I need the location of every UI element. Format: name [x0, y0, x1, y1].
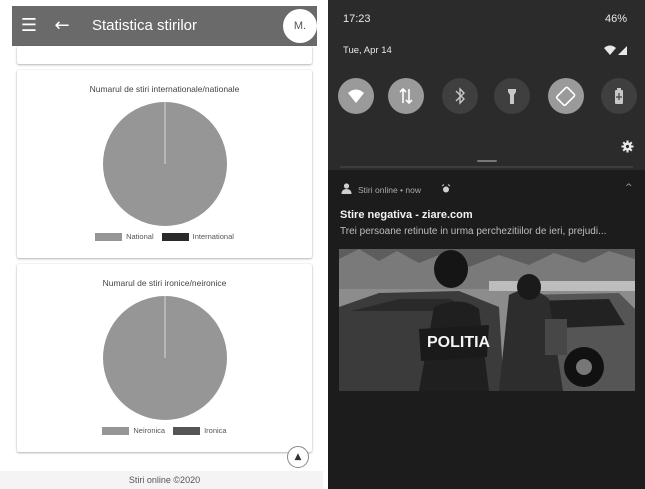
app-bar: ☰ ← Statistica stirilor M. [12, 6, 317, 46]
legend-swatch [173, 426, 201, 435]
gear-icon[interactable] [621, 140, 634, 153]
signal-icons [604, 45, 627, 55]
footer: Stiri online ©2020 [0, 471, 323, 489]
qs-battery-saver-toggle[interactable] [601, 78, 637, 114]
qs-mobile-data-toggle[interactable] [388, 78, 424, 114]
chart-title: Numarul de stiri internationale/national… [89, 84, 240, 94]
legend-swatch [102, 426, 130, 435]
quick-settings-panel: 17:23 46% Tue, Apr 14 [328, 0, 645, 170]
qs-bluetooth-toggle[interactable] [442, 78, 478, 114]
legend-item-neironica[interactable]: Neironica [102, 426, 165, 435]
notification-card[interactable]: Stiri online • now ^ Stire negativa - zi… [328, 172, 645, 392]
chart-title: Numarul de stiri ironice/neironice [102, 278, 227, 288]
chart-legend: Neironica Ironica [17, 426, 312, 435]
scroll-to-top-button[interactable]: ▲ [287, 446, 309, 468]
chevron-up-icon[interactable]: ^ [625, 183, 633, 193]
date-text[interactable]: Tue, Apr 14 [343, 45, 392, 56]
notification-title: Stire negativa - ziare.com [340, 209, 473, 221]
cell-signal-icon [618, 46, 627, 55]
wifi-status-icon [604, 45, 616, 55]
card-partial [17, 46, 312, 64]
wifi-icon [348, 89, 364, 103]
back-arrow-icon[interactable]: ← [52, 16, 72, 36]
qs-auto-rotate-toggle[interactable] [548, 78, 584, 114]
legend-label: National [126, 232, 154, 241]
status-battery: 46% [604, 13, 627, 25]
chart-card-international-national: Numarul de stiri internationale/national… [17, 70, 312, 258]
legend-label: Ironica [204, 426, 227, 435]
legend-item-national[interactable]: National [95, 232, 154, 241]
bluetooth-icon [455, 87, 465, 105]
app-screen: ☰ ← Statistica stirilor M. Numarul de st… [0, 0, 323, 489]
legend-swatch [161, 232, 189, 241]
status-time: 17:23 [343, 13, 371, 25]
chart-legend: National International [17, 232, 312, 241]
flashlight-icon [508, 89, 516, 104]
shade-divider [340, 166, 633, 168]
shade-drag-handle[interactable] [477, 160, 497, 162]
legend-label: Neironica [133, 426, 166, 435]
qs-flashlight-toggle[interactable] [494, 78, 530, 114]
qs-wifi-toggle[interactable] [338, 78, 374, 114]
data-arrows-icon [399, 87, 413, 105]
chevron-up-icon: ▲ [294, 452, 302, 462]
legend-item-ironica[interactable]: Ironica [173, 426, 227, 435]
battery-icon [615, 88, 623, 104]
notification-header: Stiri online • now [358, 185, 421, 195]
notification-body: Trei persoane retinute in urma perchezit… [340, 226, 607, 237]
notification-image[interactable]: POLITIA [339, 249, 635, 391]
alarm-icon [441, 184, 451, 193]
pie-chart [103, 296, 227, 420]
avatar[interactable]: M. [283, 9, 317, 43]
menu-icon[interactable]: ☰ [20, 16, 38, 36]
rotate-icon [555, 86, 576, 107]
chart-card-ironic: Numarul de stiri ironice/neironice Neiro… [17, 264, 312, 452]
legend-item-international[interactable]: International [161, 232, 234, 241]
legend-swatch [95, 232, 123, 241]
notification-shade-screen: 17:23 46% Tue, Apr 14 Stiri online • now… [328, 0, 645, 489]
page-title: Statistica stirilor [92, 17, 198, 34]
person-icon [341, 183, 352, 194]
pie-chart [103, 102, 227, 226]
police-label: POLITIA [427, 334, 491, 351]
footer-text: Stiri online ©2020 [128, 475, 201, 485]
legend-label: International [192, 232, 234, 241]
